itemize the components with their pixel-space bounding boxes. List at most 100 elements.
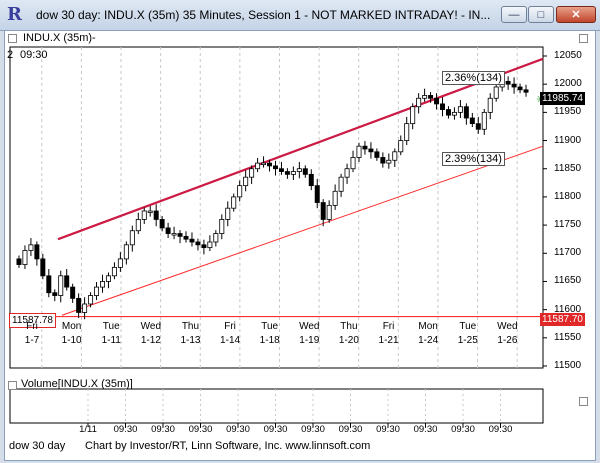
candle-body <box>338 176 344 192</box>
y-tick-label: 12000 <box>554 78 582 90</box>
candle-body <box>267 162 273 167</box>
candle-body <box>278 168 284 172</box>
x-day-name: Fri <box>26 321 38 332</box>
candle-body <box>177 233 183 237</box>
candle-body <box>231 196 237 209</box>
candle-body <box>356 145 362 158</box>
candle-body <box>52 292 58 296</box>
candle-body <box>404 123 410 141</box>
candle-body <box>195 241 201 246</box>
candle-body <box>302 168 308 175</box>
price-plot-frame <box>9 46 544 369</box>
x-day-date: 1-10 <box>61 335 82 346</box>
chart-canvas[interactable] <box>5 31 595 460</box>
candle-body <box>350 157 356 170</box>
candle-body <box>469 117 475 125</box>
x-day-date: 1-14 <box>220 335 241 346</box>
candle-body <box>481 111 487 130</box>
candle-body <box>284 171 290 175</box>
candle-body <box>22 250 28 265</box>
candle-body <box>368 148 374 153</box>
x-day-name: Tue <box>459 321 477 332</box>
candle-body <box>296 168 302 172</box>
y-tick-label: 11800 <box>554 190 582 202</box>
volume-x-label: 09:30 <box>301 424 325 435</box>
x-day-date: 1-21 <box>378 335 399 346</box>
x-day-name: Mon <box>61 321 82 332</box>
y-tick-label: 11650 <box>554 275 582 287</box>
x-day-date: 1-20 <box>338 335 359 346</box>
volume-x-label: 09:30 <box>151 424 175 435</box>
x-day-label: Wed 1-26 <box>487 321 527 346</box>
candle-body <box>261 162 267 165</box>
candle-body <box>308 173 314 187</box>
candle-body <box>410 106 416 125</box>
volume-pane-close-box[interactable] <box>579 397 588 406</box>
candle-body <box>326 204 332 220</box>
x-day-date: 1-24 <box>418 335 439 346</box>
candle-body <box>183 235 189 240</box>
candle-body <box>64 275 70 288</box>
volume-pane-header: Volume[INDU.X (35m)] <box>21 378 133 390</box>
candle-body <box>320 202 326 220</box>
chart-window[interactable]: INDU.X (35m)- 2 09:30 2.36%(134) 2.39%(1… <box>4 30 596 461</box>
candle-body <box>243 176 249 187</box>
price-pane-header: INDU.X (35m)- <box>23 32 96 44</box>
candle-body <box>505 80 511 85</box>
candle-body <box>272 165 278 170</box>
x-day-label: Mon 1-10 <box>52 321 92 346</box>
candle-body <box>171 233 177 236</box>
candle-body <box>398 140 404 153</box>
candle-body <box>445 109 451 116</box>
y-tick-label: 11700 <box>554 247 582 259</box>
y-tick-label: 11900 <box>554 134 582 146</box>
pane-collapse-box[interactable] <box>8 34 17 43</box>
x-day-label: Tue 1-11 <box>91 321 131 346</box>
candle-body <box>153 210 159 220</box>
x-day-label: Wed 1-19 <box>289 321 329 346</box>
x-day-name: Thu <box>340 321 358 332</box>
candle-body <box>40 258 46 277</box>
volume-x-label: 09:30 <box>226 424 250 435</box>
candle-body <box>392 151 398 161</box>
candle-body <box>225 207 231 220</box>
volume-x-label: 1/11 <box>79 424 97 435</box>
pane-close-box[interactable] <box>579 34 588 43</box>
candle-body <box>58 275 64 296</box>
x-day-label: Fri 1-7 <box>12 321 52 346</box>
volume-pane-collapse-box[interactable] <box>8 381 17 390</box>
candle-body <box>386 159 392 164</box>
minimize-button[interactable]: — <box>501 6 527 23</box>
footer-chart-name: dow 30 day <box>9 440 66 452</box>
x-day-name: Wed <box>299 321 320 332</box>
candle-body <box>213 233 219 243</box>
y-tick-label: 11750 <box>554 219 582 231</box>
header-time: 09:30 <box>20 49 48 61</box>
support-price-label: 11587.70 <box>540 313 585 326</box>
maximize-button[interactable]: □ <box>528 6 554 23</box>
candle-body <box>523 89 529 93</box>
x-day-date: 1-12 <box>140 335 161 346</box>
candle-body <box>440 103 445 110</box>
close-button[interactable]: ✕ <box>556 6 596 23</box>
x-day-name: Tue <box>102 321 120 332</box>
candle-body <box>34 244 40 260</box>
candle-body <box>457 106 463 113</box>
candle-body <box>255 162 261 170</box>
current-price-label: 11985.74 <box>540 92 585 105</box>
lower-channel-label: 2.39%(134) <box>442 152 505 166</box>
candle-body <box>105 275 111 282</box>
x-day-label: Fri 1-14 <box>210 321 250 346</box>
candle-body <box>416 97 422 108</box>
candle-body <box>249 168 255 178</box>
candle-body <box>332 190 338 206</box>
x-day-date: 1-13 <box>180 335 201 346</box>
investor-rt-app-icon: R <box>7 4 22 25</box>
y-tick-label: 11550 <box>554 331 582 343</box>
candle-body <box>207 241 213 249</box>
candle-body <box>493 86 499 99</box>
x-day-label: Mon 1-24 <box>408 321 448 346</box>
upper-channel-line <box>57 57 544 241</box>
x-day-date: 1-18 <box>259 335 280 346</box>
volume-x-label: 09:30 <box>413 424 438 435</box>
